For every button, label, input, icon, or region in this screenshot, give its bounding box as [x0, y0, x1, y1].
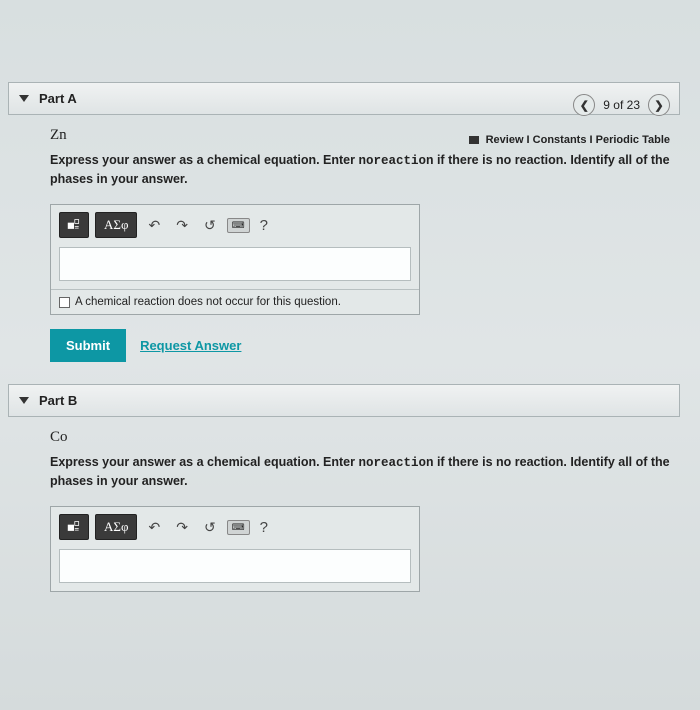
part-b-element: Co — [50, 429, 675, 446]
no-reaction-label: A chemical reaction does not occur for t… — [75, 296, 341, 308]
next-button[interactable]: ❯ — [648, 94, 670, 116]
greek-button[interactable]: ΑΣφ — [95, 514, 137, 540]
review-links[interactable]: Review I Constants I Periodic Table — [469, 134, 670, 146]
page-position: 9 of 23 — [603, 98, 640, 112]
part-b-header[interactable]: Part B — [8, 384, 680, 417]
redo-icon[interactable]: ↷ — [171, 215, 193, 236]
no-reaction-row: A chemical reaction does not occur for t… — [51, 289, 419, 314]
part-a-answer-box: ΑΣφ ↶ ↷ ↺ ⌨ ? A chemical reaction does n… — [50, 204, 420, 315]
keyboard-button[interactable]: ⌨ — [227, 218, 250, 233]
flag-icon — [469, 136, 479, 144]
part-b-toolbar: ΑΣφ ↶ ↷ ↺ ⌨ ? — [51, 507, 419, 547]
help-button[interactable]: ? — [256, 519, 272, 536]
part-b-input[interactable] — [59, 549, 411, 583]
reset-icon[interactable]: ↺ — [199, 215, 221, 236]
request-answer-link[interactable]: Request Answer — [140, 338, 241, 353]
part-a-actions: Submit Request Answer — [50, 329, 675, 362]
part-a-content: Zn Express your answer as a chemical equ… — [0, 115, 700, 362]
keyboard-button[interactable]: ⌨ — [227, 520, 250, 535]
part-b-answer-box: ΑΣφ ↶ ↷ ↺ ⌨ ? — [50, 506, 420, 592]
greek-button[interactable]: ΑΣφ — [95, 212, 137, 238]
submit-button[interactable]: Submit — [50, 329, 126, 362]
templates-button[interactable] — [59, 212, 89, 238]
undo-icon[interactable]: ↶ — [143, 517, 165, 538]
part-a-instructions: Express your answer as a chemical equati… — [50, 152, 675, 188]
prev-button[interactable]: ❮ — [573, 94, 595, 116]
no-reaction-checkbox[interactable] — [59, 297, 70, 308]
collapse-icon — [19, 397, 29, 404]
part-b-title: Part B — [39, 393, 77, 408]
reset-icon[interactable]: ↺ — [199, 517, 221, 538]
collapse-icon — [19, 95, 29, 102]
part-b-instructions: Express your answer as a chemical equati… — [50, 454, 675, 490]
part-a-input[interactable] — [59, 247, 411, 281]
part-a-title: Part A — [39, 91, 77, 106]
part-a-toolbar: ΑΣφ ↶ ↷ ↺ ⌨ ? — [51, 205, 419, 245]
help-button[interactable]: ? — [256, 217, 272, 234]
redo-icon[interactable]: ↷ — [171, 517, 193, 538]
top-pagination: ❮ 9 of 23 ❯ — [573, 94, 670, 116]
part-b-content: Co Express your answer as a chemical equ… — [0, 417, 700, 592]
undo-icon[interactable]: ↶ — [143, 215, 165, 236]
templates-button[interactable] — [59, 514, 89, 540]
